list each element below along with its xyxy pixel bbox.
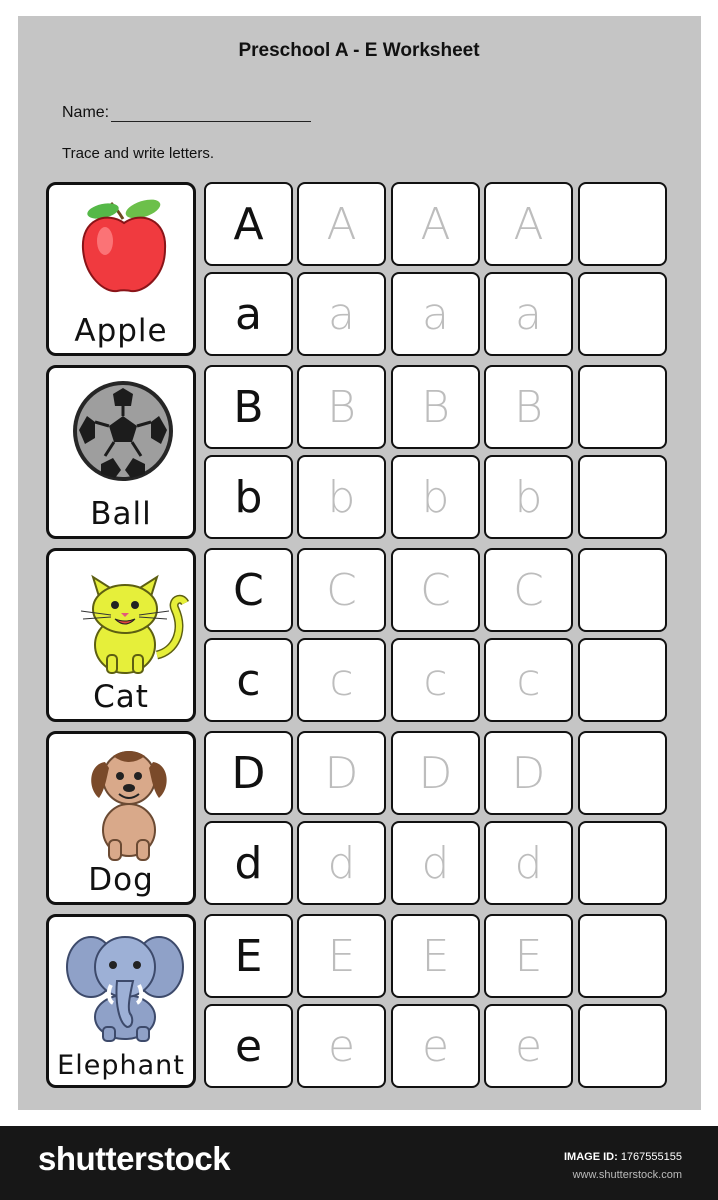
letter-cell: d [204, 821, 293, 905]
name-line [111, 105, 312, 122]
write-cell [578, 731, 667, 815]
instruction-text: Trace and write letters. [62, 145, 214, 162]
write-cell [578, 821, 667, 905]
letter-cell: b [204, 455, 293, 539]
trace-cell: E [391, 914, 480, 998]
trace-cell: d [484, 821, 573, 905]
write-cell [578, 914, 667, 998]
image-id-value: 1767555155 [620, 1151, 682, 1163]
trace-cell: c [484, 638, 573, 722]
write-cell [578, 638, 667, 722]
cat-icon [80, 574, 190, 674]
trace-cell: A [297, 182, 386, 266]
word-card-ball: Ball [46, 365, 196, 539]
image-id-block: IMAGE ID: 1767555155 www.shutterstock.co… [564, 1148, 682, 1184]
letter-cell: D [204, 731, 293, 815]
word-label: Apple [74, 313, 168, 349]
site-url: www.shutterstock.com [572, 1169, 682, 1181]
write-cell [578, 1004, 667, 1088]
trace-cell: b [297, 455, 386, 539]
word-label: Elephant [57, 1050, 185, 1081]
image-id-label: IMAGE ID: [563, 1151, 618, 1163]
dog-icon [91, 751, 167, 861]
trace-cell: c [391, 638, 480, 722]
name-field: Name: [62, 104, 312, 122]
write-cell [578, 182, 667, 266]
trace-cell: A [391, 182, 480, 266]
apple-icon [81, 199, 167, 293]
trace-cell: b [484, 455, 573, 539]
write-cell [578, 272, 667, 356]
stock-footer: shutterstock IMAGE ID: 1767555155 www.sh… [0, 1126, 718, 1200]
word-label: Dog [88, 862, 154, 898]
letter-cell: c [204, 638, 293, 722]
worksheet-title: Preschool A - E Worksheet [238, 40, 480, 61]
trace-cell: C [391, 548, 480, 632]
trace-cell: E [484, 914, 573, 998]
letter-cell: a [204, 272, 293, 356]
trace-cell: B [297, 365, 386, 449]
trace-cell: C [297, 548, 386, 632]
trace-cell: E [297, 914, 386, 998]
trace-cell: D [484, 731, 573, 815]
trace-cell: D [297, 731, 386, 815]
elephant-icon [66, 936, 184, 1042]
name-label: Name: [62, 104, 110, 121]
word-card-apple: Apple [46, 182, 196, 356]
write-cell [578, 455, 667, 539]
write-cell [578, 548, 667, 632]
trace-cell: D [391, 731, 480, 815]
trace-cell: e [297, 1004, 386, 1088]
trace-cell: c [297, 638, 386, 722]
trace-cell: e [484, 1004, 573, 1088]
word-label: Ball [90, 496, 152, 532]
trace-cell: a [297, 272, 386, 356]
word-card-elephant: Elephant [46, 914, 196, 1088]
letter-cell: A [204, 182, 293, 266]
trace-cell: A [484, 182, 573, 266]
word-card-cat: Cat [46, 548, 196, 722]
trace-cell: e [391, 1004, 480, 1088]
trace-cell: d [297, 821, 386, 905]
letter-cell: B [204, 365, 293, 449]
letter-cell: E [204, 914, 293, 998]
trace-cell: d [391, 821, 480, 905]
letter-cell: e [204, 1004, 293, 1088]
trace-cell: B [391, 365, 480, 449]
word-label: Cat [93, 679, 149, 715]
brand-logo: shutterstock [38, 1140, 231, 1177]
soccer-ball-icon [73, 381, 173, 481]
trace-cell: B [484, 365, 573, 449]
trace-cell: C [484, 548, 573, 632]
trace-cell: a [391, 272, 480, 356]
letter-cell: C [204, 548, 293, 632]
trace-cell: a [484, 272, 573, 356]
write-cell [578, 365, 667, 449]
trace-cell: b [391, 455, 480, 539]
word-card-dog: Dog [46, 731, 196, 905]
